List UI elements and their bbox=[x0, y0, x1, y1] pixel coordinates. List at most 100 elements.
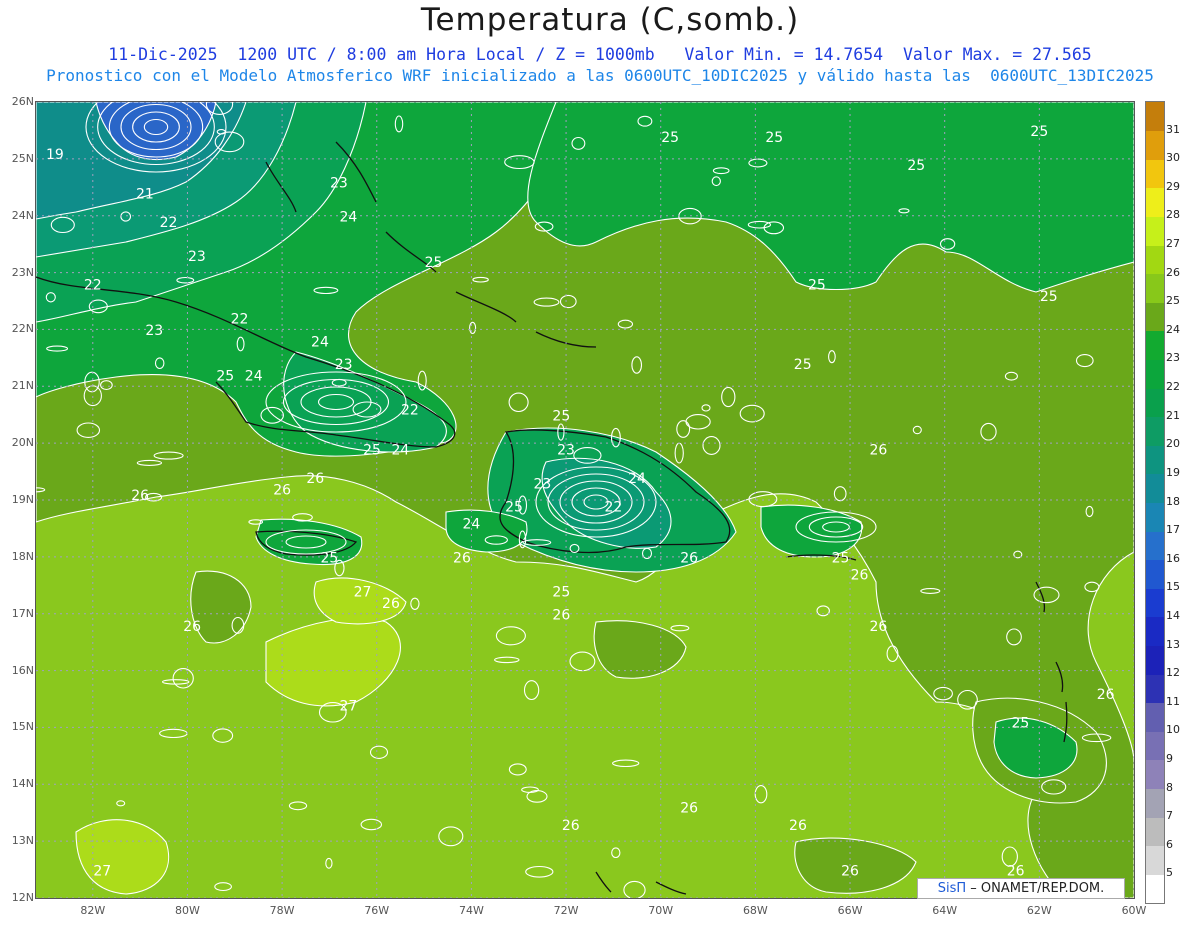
colorbar-swatch bbox=[1146, 388, 1164, 418]
colorbar-tick-label: 9 bbox=[1166, 751, 1173, 765]
contour-label: 26 bbox=[841, 863, 859, 879]
colorbar-swatch bbox=[1146, 330, 1164, 360]
contour-label: 26 bbox=[789, 818, 807, 834]
lon-tick-label: 62W bbox=[1026, 904, 1052, 917]
contour-label: 23 bbox=[188, 249, 206, 265]
colorbar-tick-label: 8 bbox=[1166, 780, 1173, 794]
lat-tick-label: 24N bbox=[11, 208, 34, 222]
contour-label: 26 bbox=[680, 551, 698, 567]
contour-label: 26 bbox=[870, 443, 888, 459]
lat-tick-label: 12N bbox=[11, 891, 34, 904]
colorbar-swatch bbox=[1146, 559, 1164, 589]
contour-label: 24 bbox=[311, 334, 329, 350]
map-title: Temperatura (C,somb.) bbox=[420, 2, 800, 38]
lon-tick-label: 64W bbox=[932, 904, 958, 917]
colorbar-swatch bbox=[1146, 302, 1164, 332]
colorbar-tick-label: 14 bbox=[1166, 608, 1180, 622]
lat-tick-label: 16N bbox=[11, 663, 34, 677]
contour-label: 26 bbox=[1007, 863, 1025, 879]
credit-brand: SisΠ bbox=[937, 881, 967, 896]
colorbar-tick-label: 18 bbox=[1166, 494, 1180, 508]
colorbar-swatch bbox=[1146, 502, 1164, 532]
colorbar-swatch bbox=[1146, 702, 1164, 732]
contour-label: 24 bbox=[628, 471, 646, 487]
contour-label: 25 bbox=[765, 130, 783, 146]
colorbar-tick-label: 12 bbox=[1166, 666, 1180, 680]
lon-tick-label: 76W bbox=[364, 904, 390, 917]
contour-label: 26 bbox=[273, 482, 291, 498]
lon-tick-label: 78W bbox=[269, 904, 295, 917]
colorbar-swatch bbox=[1146, 159, 1164, 189]
contour-label: 22 bbox=[160, 215, 178, 231]
contour-label: 26 bbox=[453, 551, 471, 567]
colorbar-swatch bbox=[1146, 759, 1164, 790]
colorbar-swatch bbox=[1146, 130, 1164, 160]
colorbar-swatch bbox=[1146, 788, 1164, 818]
colorbar-swatch bbox=[1146, 845, 1164, 875]
temperature-field: 19 21 22 23 22 22 23 24 24 25 23 22 25 24 23 24 25 25 25 25… bbox=[36, 102, 1134, 898]
lat-tick-label: 26N bbox=[11, 95, 34, 108]
colorbar-swatch bbox=[1146, 731, 1164, 761]
colorbar-tick-label: 28 bbox=[1166, 208, 1180, 222]
contour-label: 23 bbox=[557, 443, 575, 459]
colorbar-tick-label: 24 bbox=[1166, 322, 1180, 336]
colorbar-swatch bbox=[1146, 416, 1164, 446]
contour-label: 26 bbox=[870, 619, 888, 635]
colorbar-tick-label: 23 bbox=[1166, 351, 1180, 365]
colorbar-swatch bbox=[1146, 445, 1164, 475]
colorbar-swatch bbox=[1146, 187, 1164, 217]
colorbar-swatch bbox=[1146, 273, 1164, 303]
colorbar-swatch bbox=[1146, 245, 1164, 275]
colorbar-swatch bbox=[1146, 645, 1164, 675]
lat-tick-label: 23N bbox=[11, 265, 34, 279]
colorbar-tick-label: 6 bbox=[1166, 837, 1173, 851]
contour-label: 25 bbox=[1040, 289, 1058, 305]
colorbar-tick-label: 29 bbox=[1166, 179, 1180, 193]
colorbar-swatch bbox=[1146, 359, 1164, 389]
colorbar-tick-label: 11 bbox=[1166, 694, 1180, 708]
colorbar-tick-label: 31 bbox=[1166, 122, 1180, 136]
contour-label: 25 bbox=[832, 551, 850, 567]
contour-label: 26 bbox=[183, 619, 201, 635]
colorbar-tick-label: 5 bbox=[1166, 866, 1173, 880]
temperature-map: 19 21 22 23 22 22 23 24 24 25 23 22 25 24 23 24 25 25 25 25… bbox=[36, 102, 1134, 898]
lat-tick-label: 13N bbox=[11, 834, 34, 848]
colorbar-swatch bbox=[1146, 674, 1164, 704]
colorbar-swatch bbox=[1146, 216, 1164, 246]
colorbar-swatch bbox=[1146, 531, 1164, 561]
lat-tick-label: 18N bbox=[11, 549, 34, 563]
colorbar-tick-label: 22 bbox=[1166, 380, 1180, 394]
colorbar-tick-label: 27 bbox=[1166, 237, 1180, 251]
colorbar-tick-label: 25 bbox=[1166, 294, 1180, 308]
contour-label: 26 bbox=[382, 596, 400, 612]
credit-text: – ONAMET/REP.DOM. bbox=[966, 881, 1105, 896]
lon-tick-label: 80W bbox=[175, 904, 200, 917]
contour-label: 24 bbox=[462, 516, 480, 532]
lon-tick-label: 74W bbox=[458, 904, 484, 917]
contour-label: 25 bbox=[552, 408, 570, 424]
contour-label: 21 bbox=[136, 187, 154, 203]
lon-tick-label: 68W bbox=[742, 904, 768, 917]
contour-label: 22 bbox=[84, 278, 102, 294]
colorbar-swatch bbox=[1146, 616, 1164, 647]
lon-tick-label: 82W bbox=[80, 904, 106, 917]
contour-label: 26 bbox=[1097, 687, 1115, 703]
colorbar-swatch bbox=[1146, 817, 1164, 847]
colorbar-swatch bbox=[1146, 473, 1164, 503]
colorbar-tick-label: 16 bbox=[1166, 551, 1180, 565]
contour-label: 24 bbox=[392, 443, 410, 459]
contour-label: 26 bbox=[562, 818, 580, 834]
contour-label: 25 bbox=[425, 255, 443, 271]
contour-label: 26 bbox=[131, 488, 149, 504]
contour-label: 26 bbox=[680, 801, 698, 817]
colorbar-tick-label: 7 bbox=[1166, 809, 1173, 823]
contour-label: 23 bbox=[533, 477, 551, 493]
map-subtitle-run-info: 11-Dic-2025 1200 UTC / 8:00 am Hora Loca… bbox=[108, 45, 1092, 64]
contour-label: 22 bbox=[604, 499, 622, 515]
colorbar-tick-label: 13 bbox=[1166, 637, 1180, 651]
contour-label: 26 bbox=[851, 568, 869, 584]
colorbar-tick-label: 30 bbox=[1166, 151, 1180, 165]
lat-tick-label: 14N bbox=[11, 777, 34, 791]
lat-tick-label: 22N bbox=[11, 322, 34, 336]
colorbar-tick-label: 15 bbox=[1166, 580, 1180, 594]
